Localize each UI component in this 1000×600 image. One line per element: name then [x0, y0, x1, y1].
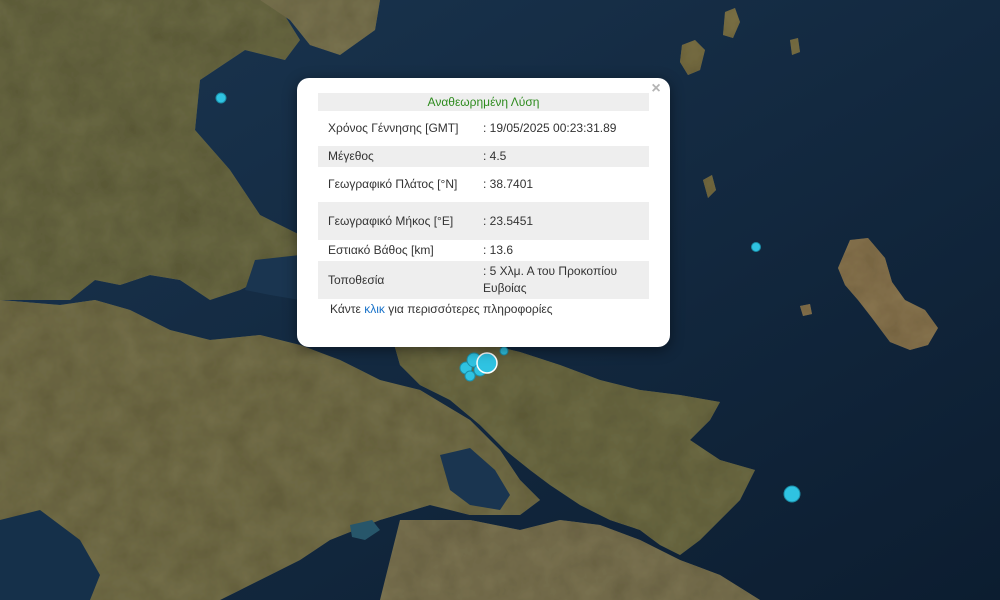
more-info-prefix: Κάντε: [330, 302, 361, 316]
info-value: : 19/05/2025 00:23:31.89: [483, 121, 617, 135]
more-info-suffix: για περισσότερες πληροφορίες: [388, 302, 553, 316]
earthquake-info-table: Αναθεωρημένη Λύση Χρόνος Γέννησης [GMT] …: [318, 93, 649, 299]
info-value: : 13.6: [483, 243, 514, 257]
info-value: : 4.5: [477, 146, 649, 167]
info-row: Μέγεθος : 4.5: [318, 146, 649, 167]
info-label: Γεωγραφικό Μήκος [°E]: [318, 202, 477, 240]
info-label: Εστιακό Βάθος [km]: [328, 243, 434, 257]
popup-title: Αναθεωρημένη Λύση: [318, 93, 649, 111]
info-row: Γεωγραφικό Μήκος [°E] : 23.5451: [318, 202, 649, 240]
info-label: Τοποθεσία: [318, 261, 477, 299]
info-value: : 23.5451: [477, 202, 649, 240]
info-row: Γεωγραφικό Πλάτος [°N] : 38.7401: [318, 167, 649, 202]
earthquake-marker[interactable]: [751, 242, 761, 252]
earthquake-marker[interactable]: [464, 370, 476, 382]
info-value: : 5 Χλμ. Α του Προκοπίου Ευβοίας: [477, 261, 649, 299]
info-value: : 38.7401: [483, 177, 534, 191]
more-info-link[interactable]: κλικ: [364, 302, 385, 316]
info-row: Εστιακό Βάθος [km] : 13.6: [318, 240, 649, 261]
more-info-text: Κάντε κλικ για περισσότερες πληροφορίες: [318, 299, 649, 318]
earthquake-marker[interactable]: [499, 346, 509, 356]
earthquake-marker[interactable]: [215, 92, 227, 104]
earthquake-info-popup: × Αναθεωρημένη Λύση Χρόνος Γέννησης [GMT…: [297, 78, 670, 347]
close-icon[interactable]: ×: [648, 81, 664, 97]
info-label: Χρόνος Γέννησης [GMT]: [328, 121, 459, 135]
info-label: Μέγεθος: [318, 146, 477, 167]
info-row: Χρόνος Γέννησης [GMT] : 19/05/2025 00:23…: [318, 111, 649, 146]
info-row: Τοποθεσία : 5 Χλμ. Α του Προκοπίου Ευβοί…: [318, 261, 649, 299]
info-label: Γεωγραφικό Πλάτος [°N]: [328, 177, 458, 191]
earthquake-marker-main[interactable]: [476, 352, 498, 374]
earthquake-marker[interactable]: [783, 485, 801, 503]
